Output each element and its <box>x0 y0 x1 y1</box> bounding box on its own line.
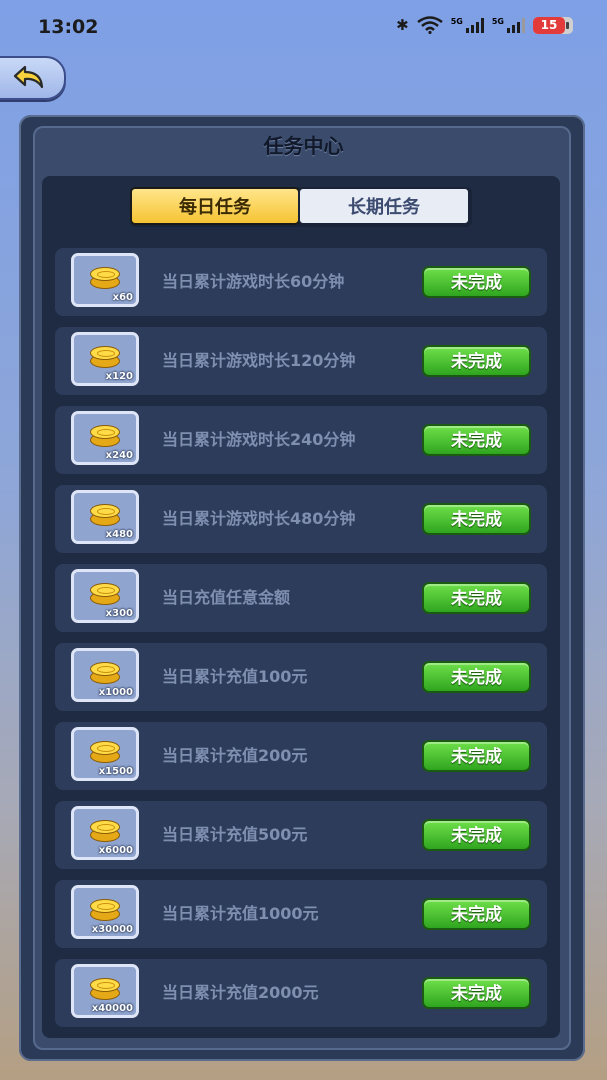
reward-quantity: x120 <box>105 371 133 382</box>
task-name: 当日累计充值100元 <box>162 667 308 686</box>
reward-box: x30000 <box>71 885 139 939</box>
reward-box: x1000 <box>71 648 139 702</box>
task-row: x120 当日累计游戏时长120分钟 未完成 <box>55 327 547 395</box>
reward-box: x6000 <box>71 806 139 860</box>
task-status-button[interactable]: 未完成 <box>422 819 531 851</box>
task-name: 当日充值任意金额 <box>162 588 291 607</box>
reward-quantity: x30000 <box>91 924 133 935</box>
back-arrow-icon <box>13 65 44 89</box>
reward-box: x120 <box>71 332 139 386</box>
back-button[interactable] <box>0 56 66 100</box>
reward-quantity: x240 <box>105 450 133 461</box>
task-row: x300 当日充值任意金额 未完成 <box>55 564 547 632</box>
reward-quantity: x6000 <box>98 845 133 856</box>
task-name: 当日累计游戏时长60分钟 <box>162 272 345 291</box>
task-name: 当日累计充值1000元 <box>162 904 319 923</box>
coin-icon <box>90 502 120 528</box>
task-status-button[interactable]: 未完成 <box>422 661 531 693</box>
task-status-button[interactable]: 未完成 <box>422 266 531 298</box>
coin-icon <box>90 265 120 291</box>
reward-quantity: x60 <box>112 292 133 303</box>
task-status-button[interactable]: 未完成 <box>422 582 531 614</box>
reward-box: x240 <box>71 411 139 465</box>
bluetooth-icon: ✱ <box>396 16 409 34</box>
panel-title: 任务中心 <box>263 134 344 158</box>
coin-icon <box>90 344 120 370</box>
coin-icon <box>90 739 120 765</box>
tab-bar: 每日任务 长期任务 <box>130 187 472 227</box>
task-row: x240 当日累计游戏时长240分钟 未完成 <box>55 406 547 474</box>
task-name: 当日累计充值200元 <box>162 746 308 765</box>
coin-icon <box>90 581 120 607</box>
task-name: 当日累计充值500元 <box>162 825 308 844</box>
clock: 13:02 <box>38 16 99 38</box>
reward-quantity: x40000 <box>91 1003 133 1014</box>
signal-icon: 5G <box>492 17 525 33</box>
reward-quantity: x480 <box>105 529 133 540</box>
reward-box: x40000 <box>71 964 139 1018</box>
task-row: x1000 当日累计充值100元 未完成 <box>55 643 547 711</box>
reward-box: x480 <box>71 490 139 544</box>
reward-box: x300 <box>71 569 139 623</box>
task-row: x30000 当日累计充值1000元 未完成 <box>55 880 547 948</box>
task-row: x1500 当日累计充值200元 未完成 <box>55 722 547 790</box>
coin-icon <box>90 818 120 844</box>
task-row: x6000 当日累计充值500元 未完成 <box>55 801 547 869</box>
coin-icon <box>90 660 120 686</box>
task-status-button[interactable]: 未完成 <box>422 740 531 772</box>
task-row: x40000 当日累计充值2000元 未完成 <box>55 959 547 1027</box>
task-status-button[interactable]: 未完成 <box>422 898 531 930</box>
task-row: x480 当日累计游戏时长480分钟 未完成 <box>55 485 547 553</box>
coin-icon <box>90 897 120 923</box>
tab-daily-tasks[interactable]: 每日任务 <box>130 187 300 225</box>
coin-icon <box>90 423 120 449</box>
task-status-button[interactable]: 未完成 <box>422 424 531 456</box>
task-status-button[interactable]: 未完成 <box>422 503 531 535</box>
signal-icon: 5G <box>451 17 484 33</box>
battery-level: 15 <box>533 16 569 34</box>
coin-icon <box>90 976 120 1002</box>
status-icons: ✱ 5G 5G 15 <box>396 16 573 34</box>
battery-icon: 15 <box>533 16 573 34</box>
task-name: 当日累计游戏时长120分钟 <box>162 351 356 370</box>
wifi-icon <box>416 16 443 34</box>
reward-quantity: x300 <box>105 608 133 619</box>
task-name: 当日累计充值2000元 <box>162 983 319 1002</box>
task-status-button[interactable]: 未完成 <box>422 345 531 377</box>
reward-quantity: x1000 <box>98 687 133 698</box>
reward-box: x60 <box>71 253 139 307</box>
tab-long-term-tasks[interactable]: 长期任务 <box>298 187 470 225</box>
task-status-button[interactable]: 未完成 <box>422 977 531 1009</box>
task-row: x60 当日累计游戏时长60分钟 未完成 <box>55 248 547 316</box>
reward-box: x1500 <box>71 727 139 781</box>
status-bar: 13:02 ✱ 5G 5G 15 <box>0 0 607 56</box>
task-name: 当日累计游戏时长240分钟 <box>162 430 356 449</box>
reward-quantity: x1500 <box>98 766 133 777</box>
task-name: 当日累计游戏时长480分钟 <box>162 509 356 528</box>
